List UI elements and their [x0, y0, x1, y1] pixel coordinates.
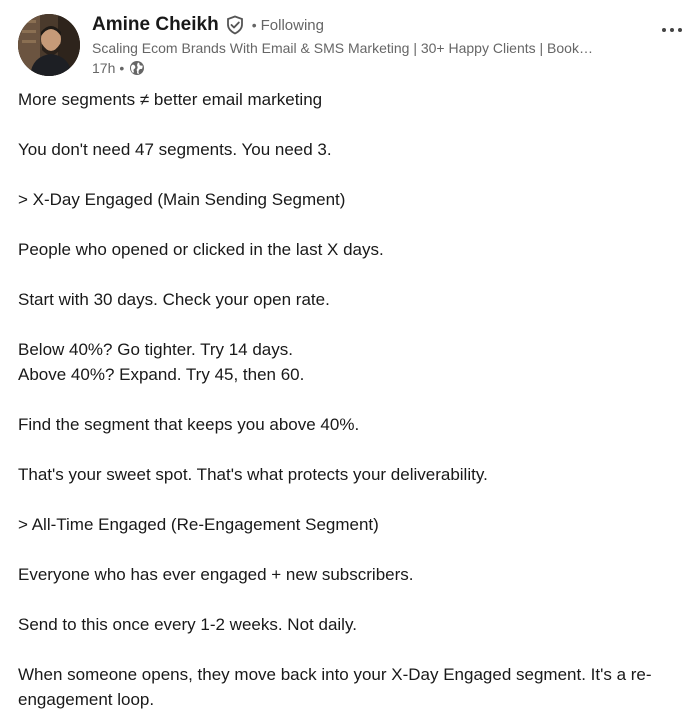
- author-name-line: Amine Cheikh • Following: [92, 12, 652, 38]
- post-paragraph: You don't need 47 segments. You need 3.: [18, 137, 678, 162]
- post-line: Above 40%? Expand. Try 45, then 60.: [18, 365, 305, 384]
- post-paragraph: Below 40%? Go tighter. Try 14 days. Above…: [18, 337, 678, 387]
- post-line: Everyone who has ever engaged + new subs…: [18, 565, 414, 584]
- post-line: You don't need 47 segments. You need 3.: [18, 140, 332, 159]
- post-meta: 17h •: [92, 58, 652, 78]
- post-text: More segments ≠ better email marketing Yo…: [18, 87, 678, 712]
- post-paragraph: More segments ≠ better email marketing: [18, 87, 678, 112]
- post-line: More segments ≠ better email marketing: [18, 90, 323, 109]
- post-line: People who opened or clicked in the last…: [18, 240, 384, 259]
- post-paragraph: People who opened or clicked in the last…: [18, 237, 678, 262]
- post-line: Find the segment that keeps you above 40…: [18, 415, 360, 434]
- more-options-button[interactable]: [655, 18, 689, 42]
- verified-shield-icon: [225, 15, 245, 35]
- post-line: When someone opens, they move back into …: [18, 665, 652, 709]
- author-avatar[interactable]: [18, 14, 80, 76]
- post-line: Send to this once every 1-2 weeks. Not d…: [18, 615, 357, 634]
- author-info: Amine Cheikh • Following Scaling Ecom Br…: [92, 12, 652, 78]
- post-paragraph: > All-Time Engaged (Re-Engagement Segmen…: [18, 512, 678, 537]
- name-separator: •: [251, 17, 257, 33]
- post-line: Below 40%? Go tighter. Try 14 days.: [18, 340, 293, 359]
- post-line: > X-Day Engaged (Main Sending Segment): [18, 190, 346, 209]
- post-paragraph: Find the segment that keeps you above 40…: [18, 412, 678, 437]
- post-line: Start with 30 days. Check your open rate…: [18, 290, 330, 309]
- post-line: That's your sweet spot. That's what prot…: [18, 465, 488, 484]
- globe-icon: [129, 60, 145, 76]
- author-name[interactable]: Amine Cheikh: [92, 14, 219, 36]
- post-timestamp[interactable]: 17h: [92, 60, 115, 76]
- author-headline: Scaling Ecom Brands With Email & SMS Mar…: [92, 40, 593, 56]
- post-line: > All-Time Engaged (Re-Engagement Segmen…: [18, 515, 379, 534]
- post-paragraph: > X-Day Engaged (Main Sending Segment): [18, 187, 678, 212]
- post-paragraph: When someone opens, they move back into …: [18, 662, 678, 712]
- feed-post: Amine Cheikh • Following Scaling Ecom Br…: [0, 0, 692, 719]
- post-paragraph: Start with 30 days. Check your open rate…: [18, 287, 678, 312]
- post-paragraph: That's your sweet spot. That's what prot…: [18, 462, 678, 487]
- more-options-icon: [662, 28, 682, 32]
- meta-separator: •: [119, 60, 125, 76]
- post-header: Amine Cheikh • Following Scaling Ecom Br…: [18, 12, 682, 78]
- post-paragraph: Everyone who has ever engaged + new subs…: [18, 562, 678, 587]
- follow-status[interactable]: Following: [261, 17, 324, 34]
- profile-photo-icon: [18, 14, 80, 76]
- post-paragraph: Send to this once every 1-2 weeks. Not d…: [18, 612, 678, 637]
